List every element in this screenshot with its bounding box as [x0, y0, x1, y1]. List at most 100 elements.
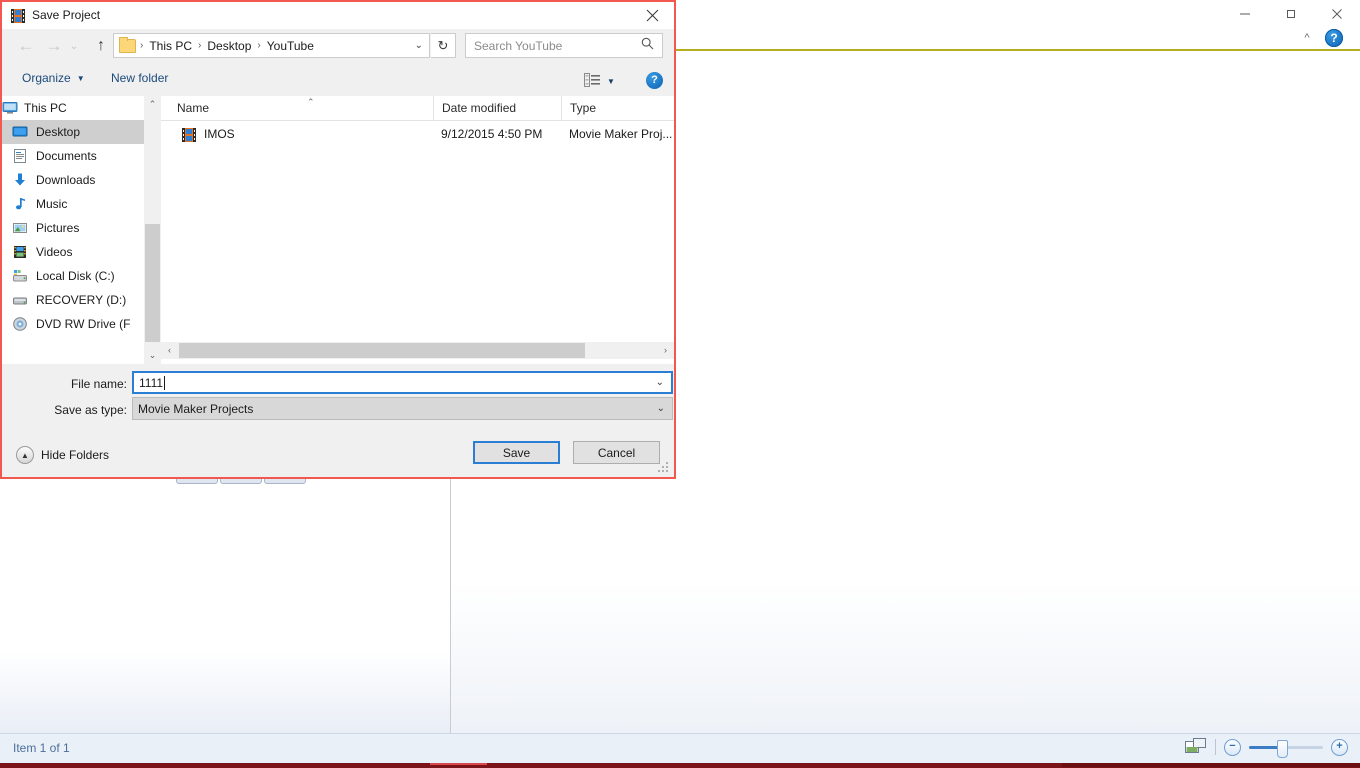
- column-header-name[interactable]: Name ⌃: [169, 96, 432, 120]
- address-bar[interactable]: › This PC › Desktop › YouTube ⌄: [113, 33, 430, 58]
- local-disk-icon: [12, 268, 28, 284]
- sidebar-item-dvd-drive[interactable]: DVD RW Drive (F: [2, 312, 144, 336]
- recent-locations-button[interactable]: ⌄: [65, 34, 83, 58]
- save-as-type-value: Movie Maker Projects: [138, 401, 254, 416]
- sidebar-label: Local Disk (C:): [36, 269, 115, 283]
- column-header-type[interactable]: Type: [561, 96, 674, 120]
- sidebar-item-documents[interactable]: Documents: [2, 144, 144, 168]
- tree-vertical-scrollbar[interactable]: ⌃ ⌄: [144, 96, 161, 364]
- file-date-cell: 9/12/2015 4:50 PM: [441, 127, 543, 141]
- breadcrumb-item-youtube[interactable]: YouTube: [265, 39, 316, 53]
- navigation-tree: This PC Desktop Documents Downloads Musi…: [2, 96, 145, 364]
- sidebar-item-downloads[interactable]: Downloads: [2, 168, 144, 192]
- chevron-down-icon[interactable]: ⌄: [656, 377, 664, 388]
- up-button[interactable]: ↑: [89, 34, 113, 58]
- dvd-drive-icon: [12, 316, 28, 332]
- table-row[interactable]: IMOS 9/12/2015 4:50 PM Movie Maker Proj.…: [161, 124, 674, 146]
- new-folder-button[interactable]: New folder: [111, 71, 168, 85]
- sidebar-label: Pictures: [36, 221, 80, 235]
- column-header-date-modified[interactable]: Date modified: [433, 96, 553, 120]
- help-icon[interactable]: ?: [646, 72, 663, 89]
- scroll-left-icon[interactable]: ‹: [161, 342, 178, 359]
- search-input[interactable]: Search YouTube: [465, 33, 663, 58]
- close-icon[interactable]: [630, 2, 674, 29]
- sidebar-label: Downloads: [36, 173, 96, 187]
- sort-ascending-icon: ⌃: [307, 97, 315, 107]
- preview-pane-icon[interactable]: [1185, 738, 1207, 756]
- movie-maker-film-icon: [10, 8, 26, 24]
- sidebar-label: Desktop: [36, 125, 81, 139]
- save-as-type-label: Save as type:: [54, 403, 127, 417]
- collapse-icon: ▲: [16, 446, 34, 464]
- refresh-icon[interactable]: ↻: [431, 33, 456, 58]
- save-project-dialog: Save Project ← → ⌄ ↑ › This PC › Desktop…: [0, 0, 676, 479]
- videos-icon: [12, 244, 28, 260]
- file-list-pane: Name ⌃ Date modified Type IMOS 9/12/2015…: [161, 96, 674, 364]
- breadcrumb-item-this-pc[interactable]: This PC: [147, 39, 194, 53]
- save-button[interactable]: Save: [473, 441, 560, 464]
- zoom-out-button[interactable]: −: [1224, 738, 1241, 756]
- status-bar: [0, 733, 1360, 764]
- sidebar-item-desktop[interactable]: Desktop: [2, 120, 144, 144]
- scrollbar-thumb[interactable]: [145, 224, 160, 342]
- text-caret: [164, 375, 166, 390]
- list-horizontal-scrollbar[interactable]: ‹ ›: [161, 342, 674, 359]
- zoom-track-empty: [1283, 745, 1323, 749]
- scroll-right-icon[interactable]: ›: [657, 342, 674, 359]
- sidebar-item-music[interactable]: Music: [2, 192, 144, 216]
- music-icon: [12, 196, 28, 212]
- organize-button[interactable]: Organize ▼: [22, 71, 85, 85]
- forward-button[interactable]: →: [42, 34, 66, 58]
- search-placeholder: Search YouTube: [474, 38, 563, 53]
- chevron-down-icon[interactable]: ⌄: [415, 40, 429, 51]
- column-headers: Name ⌃ Date modified Type: [161, 96, 674, 121]
- hide-folders-label: Hide Folders: [41, 448, 110, 462]
- column-header-label: Name: [177, 101, 210, 115]
- sidebar-label: Music: [36, 197, 68, 211]
- breadcrumb-separator-1: ›: [198, 40, 202, 51]
- folder-icon: [119, 36, 136, 53]
- view-layout-icon[interactable]: [584, 73, 600, 87]
- hide-folders-button[interactable]: ▲ Hide Folders: [16, 446, 109, 464]
- help-icon[interactable]: ?: [1325, 29, 1343, 47]
- sidebar-label: DVD RW Drive (F: [36, 317, 131, 331]
- minimize-icon[interactable]: [1222, 0, 1268, 28]
- breadcrumb-separator-2: ›: [257, 40, 261, 51]
- scrollbar-thumb[interactable]: [179, 343, 585, 358]
- chevron-down-icon[interactable]: ▼: [607, 77, 615, 86]
- dialog-title: Save Project: [32, 8, 101, 22]
- file-type-cell: Movie Maker Proj...: [569, 127, 673, 141]
- sidebar-label: This PC: [24, 101, 67, 115]
- monitor-icon: [2, 100, 18, 116]
- zoom-slider[interactable]: [1249, 739, 1323, 758]
- sidebar-item-this-pc[interactable]: This PC: [2, 96, 144, 120]
- bottom-strip-dark: [1062, 763, 1360, 767]
- maximize-icon[interactable]: [1268, 0, 1314, 28]
- bottom-strip-highlight: [430, 763, 487, 765]
- cancel-button[interactable]: Cancel: [573, 441, 660, 464]
- resize-grip[interactable]: [658, 462, 670, 474]
- scroll-up-icon[interactable]: ⌃: [144, 96, 161, 113]
- save-as-type-select[interactable]: Movie Maker Projects ⌄: [132, 397, 673, 420]
- file-name-value: 1111: [139, 375, 164, 390]
- zoom-slider-thumb[interactable]: [1277, 739, 1288, 758]
- file-name-input[interactable]: 1111 ⌄: [132, 371, 673, 394]
- sidebar-item-videos[interactable]: Videos: [2, 240, 144, 264]
- sidebar-item-recovery[interactable]: RECOVERY (D:): [2, 288, 144, 312]
- sidebar-label: Documents: [36, 149, 97, 163]
- back-button[interactable]: ←: [14, 34, 38, 58]
- scroll-down-icon[interactable]: ⌄: [144, 347, 161, 364]
- close-icon[interactable]: [1314, 0, 1360, 28]
- drive-icon: [12, 292, 28, 308]
- chevron-down-icon[interactable]: ⌄: [657, 403, 665, 414]
- sidebar-item-pictures[interactable]: Pictures: [2, 216, 144, 240]
- zoom-controls: − +: [1185, 738, 1348, 758]
- dialog-titlebar: Save Project: [2, 2, 674, 29]
- chevron-up-icon[interactable]: ^: [1300, 31, 1314, 45]
- navigation-row: ← → ⌄ ↑ › This PC › Desktop › YouTube ⌄ …: [2, 29, 674, 63]
- search-icon: [641, 37, 654, 55]
- breadcrumb-item-desktop[interactable]: Desktop: [205, 39, 253, 53]
- bottom-strip: [0, 763, 1360, 768]
- zoom-in-button[interactable]: +: [1331, 738, 1348, 756]
- sidebar-item-local-disk[interactable]: Local Disk (C:): [2, 264, 144, 288]
